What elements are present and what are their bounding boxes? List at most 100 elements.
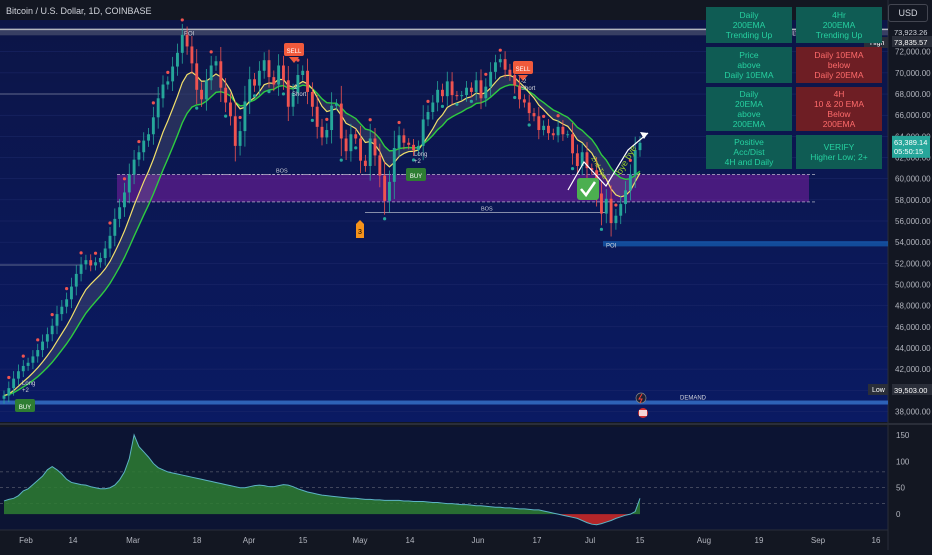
candle-body <box>74 273 78 287</box>
candle-body <box>233 116 237 146</box>
candle-body <box>310 91 314 107</box>
signal-dot <box>498 48 502 52</box>
candle-body <box>176 52 179 67</box>
candle-body <box>600 193 603 214</box>
time-tick-label: 19 <box>755 536 764 545</box>
time-tick-label: Feb <box>19 536 33 545</box>
flag-icon <box>639 410 647 416</box>
candle-body <box>248 79 252 102</box>
price-tick-label: 68,000.00 <box>895 90 931 99</box>
info-panel-20ema-above-200ema: Daily 20EMA above 200EMA <box>706 87 792 131</box>
signal-dot <box>354 146 358 150</box>
poi-bottom-band <box>603 241 888 247</box>
candle-body <box>113 218 117 236</box>
signal-dot <box>151 101 155 105</box>
candle-body <box>368 138 372 166</box>
candle-body <box>103 248 107 259</box>
candle-body <box>624 190 627 205</box>
candle-body <box>17 371 20 379</box>
high-top-price-label: 73,923.26 <box>894 28 927 37</box>
candle-body <box>26 362 30 366</box>
signal-dot <box>397 120 401 125</box>
price-tick-label: 42,000.00 <box>895 365 931 374</box>
candle-body <box>508 69 512 76</box>
candle-body <box>185 34 189 47</box>
signal-dot <box>599 227 604 231</box>
signal-dot <box>614 203 618 207</box>
candle-body <box>532 113 536 117</box>
signal-dot <box>325 117 329 121</box>
candle-body <box>195 63 199 90</box>
candle-body <box>498 59 502 63</box>
high-price-label: 73,835.57 <box>894 38 927 47</box>
candle-body <box>513 75 517 86</box>
time-tick-label: 14 <box>406 536 415 545</box>
buy-signal-1: BUY <box>410 174 422 180</box>
candle-body <box>243 101 247 132</box>
candle-body <box>571 134 574 154</box>
time-tick-label: 18 <box>193 536 202 545</box>
candle-body <box>354 134 358 139</box>
signal-dot <box>542 114 546 118</box>
candle-body <box>267 60 271 78</box>
signal-dot <box>137 139 141 144</box>
candle-body <box>628 174 632 191</box>
signal-dot <box>527 123 531 127</box>
time-tick-label: Jul <box>585 536 595 545</box>
signal-dot <box>469 99 473 103</box>
signal-dot <box>209 50 213 54</box>
candle-body <box>474 80 478 92</box>
candle-body <box>137 152 141 160</box>
candle-body <box>426 112 430 120</box>
price-tick-label: 48,000.00 <box>895 302 931 311</box>
price-tick-label: 46,000.00 <box>895 323 931 332</box>
candle-body <box>166 81 170 85</box>
candle-body <box>479 80 483 99</box>
low-tag: Low <box>872 387 886 394</box>
time-tick-label: Sep <box>811 536 826 545</box>
candle-body <box>31 356 35 363</box>
candle-body <box>469 87 473 92</box>
candle-body <box>50 325 54 335</box>
currency-button[interactable]: USD <box>888 4 928 22</box>
signal-dot <box>122 177 127 181</box>
candle-body <box>70 286 73 300</box>
candle-body <box>214 61 218 66</box>
candle-body <box>277 65 281 85</box>
candle-body <box>614 215 618 224</box>
signal-dot <box>267 89 271 94</box>
info-panel-price-above-10ema: Price above Daily 10EMA <box>706 47 792 83</box>
candle-body <box>542 125 546 131</box>
symbol-title[interactable]: Bitcoin / U.S. Dollar, 1D, COINBASE <box>6 6 152 16</box>
candle-body <box>450 81 454 96</box>
candle-body <box>315 106 319 127</box>
poi-supply-label: POI <box>184 31 195 37</box>
candle-body <box>161 84 165 99</box>
chart-canvas[interactable]: POISUPPLYATHDEMANDPOIBOSBOSSELLSELLBUYBU… <box>0 0 932 550</box>
price-tick-label: 66,000.00 <box>895 111 931 120</box>
candle-body <box>36 350 40 357</box>
candle-body <box>12 378 16 389</box>
candle-body <box>325 130 329 138</box>
info-panel-acc-dist: Positive Acc/Dist 4H and Daily <box>706 135 792 169</box>
candle-body <box>344 138 348 152</box>
candle-body <box>537 116 541 131</box>
info-panel-4h-emas-below: 4H 10 & 20 EMA Below 200EMA <box>796 87 882 131</box>
time-tick-label: Jun <box>472 536 485 545</box>
signal-dot <box>36 338 40 342</box>
candle-body <box>489 71 493 87</box>
candle-body <box>171 66 175 82</box>
candle-body <box>55 314 59 326</box>
candle-body <box>407 142 411 145</box>
signal-dot <box>383 217 387 221</box>
signal-dot <box>166 70 170 74</box>
candle-body <box>2 395 6 399</box>
candle-body <box>373 138 377 156</box>
signal-dot <box>513 95 517 100</box>
candle-body <box>94 262 97 266</box>
candle-body <box>547 125 550 134</box>
signal-dot <box>224 114 228 118</box>
candle-body <box>229 102 232 117</box>
price-tick-label: 38,000.00 <box>895 407 931 416</box>
signal-dot <box>195 106 199 110</box>
